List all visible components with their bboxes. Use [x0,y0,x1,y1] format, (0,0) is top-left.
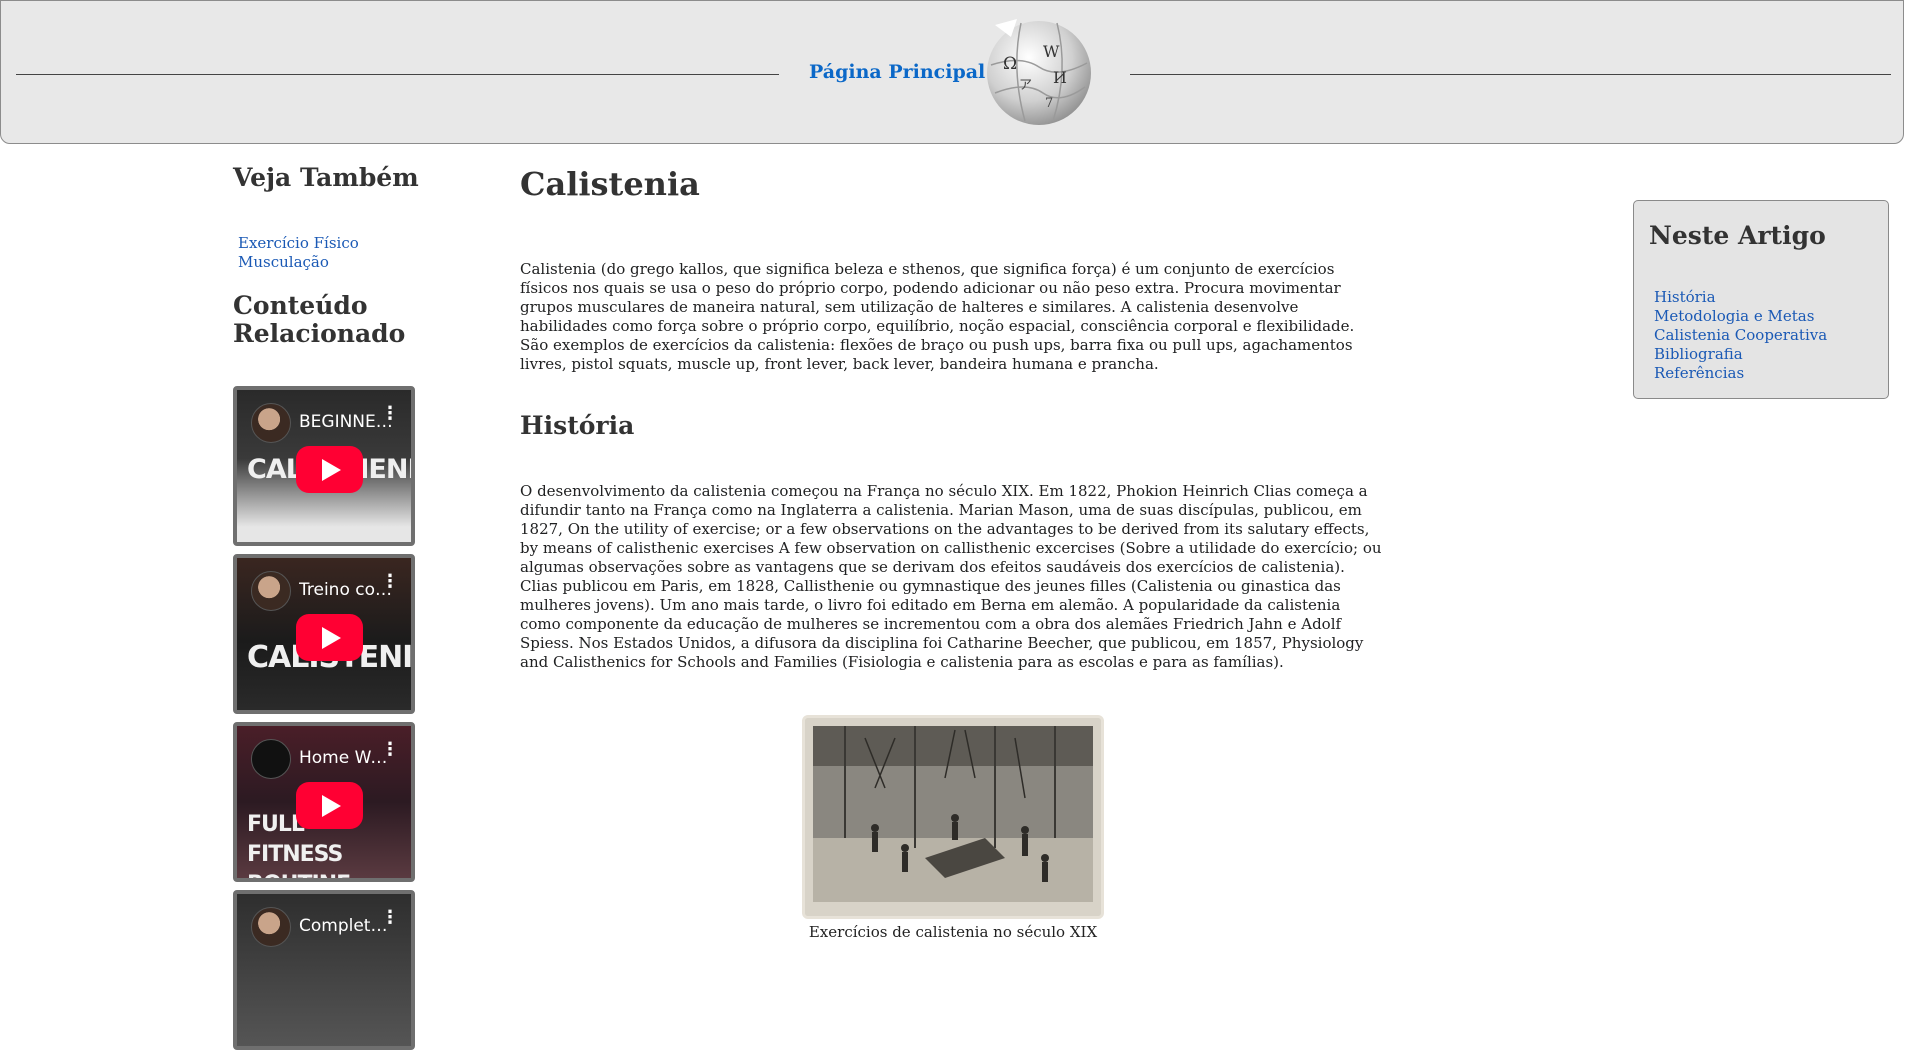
article-title: Calistenia [520,165,700,203]
video-title[interactable]: Home Worko... [299,748,394,768]
channel-avatar [251,571,291,611]
toc-item-bibliografia[interactable]: Bibliografia [1654,345,1827,364]
article-content: Calistenia Calistenia (do grego kallos, … [520,164,1385,941]
channel-avatar [251,739,291,779]
video-embed[interactable]: FULL FITNESS ROUTINE Home Worko... ⋮ [233,722,415,882]
channel-avatar [251,907,291,947]
toc-item-cooperativa[interactable]: Calistenia Cooperativa [1654,326,1827,345]
more-options-icon[interactable]: ⋮ [381,573,399,591]
toc-item-metodologia[interactable]: Metodologia e Metas [1654,307,1827,326]
toc-item-referencias[interactable]: Referências [1654,364,1827,383]
video-embed[interactable]: CALISTENIA Treino compl... ⋮ [233,554,415,714]
toc-list: História Metodologia e Metas Calistenia … [1654,288,1827,383]
play-button[interactable] [296,446,363,493]
history-heading: História [520,411,635,440]
wikipedia-globe-icon[interactable]: W Ω И ア 7 [981,15,1097,127]
svg-text:7: 7 [1045,96,1053,111]
svg-text:ア: ア [1019,78,1032,93]
video-title[interactable]: Complete 10... [299,916,394,936]
video-title[interactable]: Treino compl... [299,580,394,600]
figure-caption: Exercícios de calistenia no século XIX [808,923,1098,941]
left-sidebar: Veja Também Exercício Físico Musculação … [233,163,483,1050]
history-paragraph: O desenvolvimento da calistenia começou … [520,482,1382,671]
table-of-contents: Neste Artigo História Metodologia e Meta… [1633,200,1889,399]
more-options-icon[interactable]: ⋮ [381,405,399,423]
home-link[interactable]: Página Principal [809,61,985,83]
engraving-illustration [805,718,1101,916]
toc-item-historia[interactable]: História [1654,288,1827,307]
channel-avatar [251,403,291,443]
see-also-link-musculacao[interactable]: Musculação [238,253,359,272]
video-embed[interactable]: Complete 10... ⋮ [233,890,415,1050]
video-embed[interactable]: CALISTHENICS BEGINNER C... ⋮ [233,386,415,546]
header-divider-left [16,74,779,75]
video-list: CALISTHENICS BEGINNER C... ⋮ CALISTENIA … [233,386,415,1058]
play-button[interactable] [296,782,363,829]
see-also-link-exercicio[interactable]: Exercício Físico [238,234,359,253]
video-title[interactable]: BEGINNER C... [299,412,394,432]
related-content-heading: Conteúdo Relacionado [233,291,406,348]
play-button[interactable] [296,614,363,661]
see-also-list: Exercício Físico Musculação [238,234,359,272]
svg-text:Ω: Ω [1003,54,1017,74]
site-header: Página Principal W Ω И ア 7 [0,0,1904,144]
see-also-heading: Veja Também [233,163,419,192]
svg-text:И: И [1053,68,1067,87]
more-options-icon[interactable]: ⋮ [381,741,399,759]
svg-text:W: W [1043,42,1060,61]
toc-heading: Neste Artigo [1649,221,1826,250]
header-divider-right [1130,74,1891,75]
article-intro: Calistenia (do grego kallos, que signifi… [520,260,1355,373]
article-figure: Exercícios de calistenia no século XIX [802,715,1104,941]
gymnasium-engraving-image[interactable] [802,715,1104,919]
more-options-icon[interactable]: ⋮ [381,909,399,927]
